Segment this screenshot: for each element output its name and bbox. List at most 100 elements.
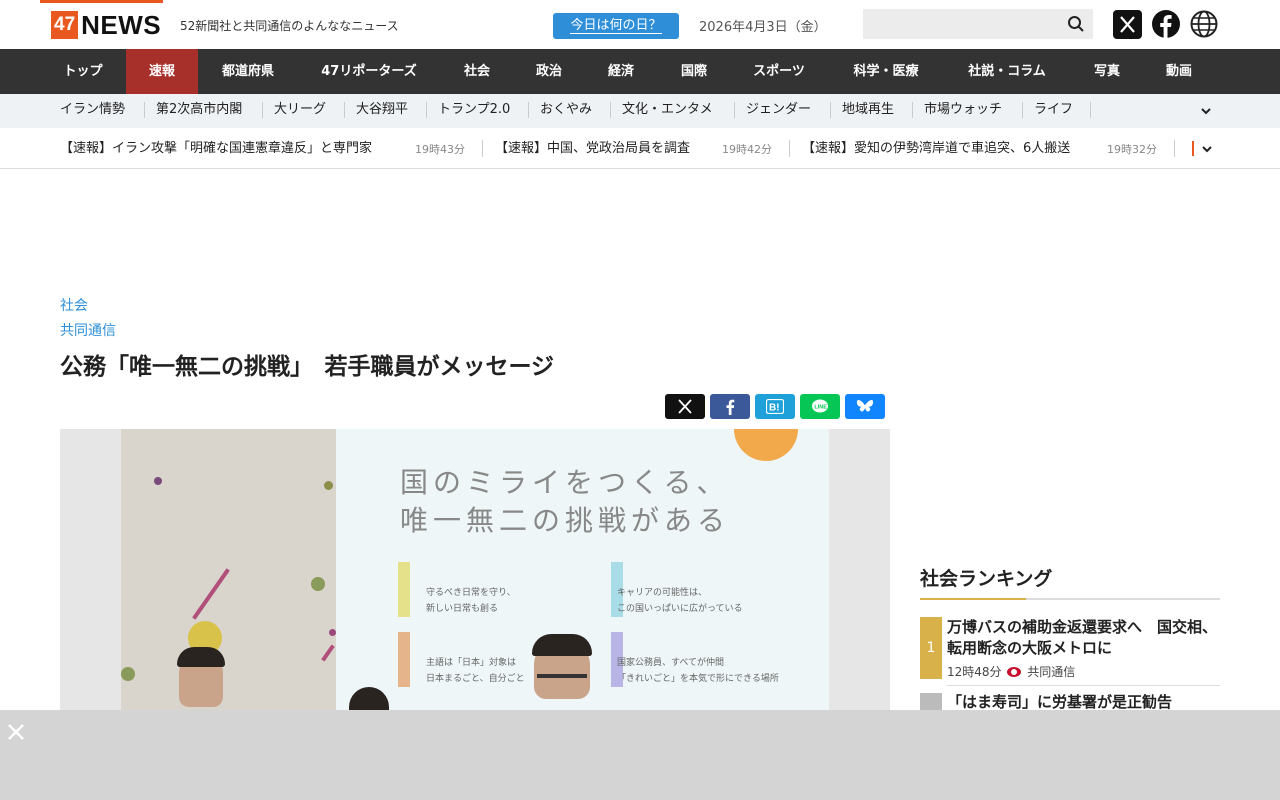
ranking-item-title[interactable]: 万博バスの補助金返還要求へ 国交相、転用断念の大阪メトロに bbox=[947, 617, 1220, 659]
divider bbox=[912, 102, 913, 118]
nav-item-photos[interactable]: 写真 bbox=[1070, 49, 1144, 94]
photo-image: 国のミライをつくる、 唯一無二の挑戦がある 守るべき日常を守り、 新しい日常も創… bbox=[121, 429, 829, 710]
divider bbox=[528, 102, 529, 118]
article-category[interactable]: 社会 bbox=[60, 295, 88, 315]
share-x-button[interactable] bbox=[665, 394, 705, 419]
ranking-item-source: 共同通信 bbox=[1027, 665, 1076, 679]
bottom-ad-banner[interactable] bbox=[0, 710, 1280, 800]
ticker-item-time: 19時32分 bbox=[1107, 143, 1157, 156]
ticker-item-time: 19時42分 bbox=[722, 143, 772, 156]
screen-text: 国のミライをつくる、 bbox=[400, 466, 730, 499]
divider bbox=[830, 102, 831, 118]
nav-item-top[interactable]: トップ bbox=[40, 49, 126, 94]
nav-item-politics[interactable]: 政治 bbox=[514, 49, 584, 94]
divider bbox=[1174, 140, 1175, 157]
svg-text:B!: B! bbox=[769, 403, 780, 414]
rank-number: 1 bbox=[920, 617, 942, 679]
topic-takaichi-cabinet[interactable]: 第2次高市内閣 bbox=[156, 94, 242, 128]
screen-caption: 国家公務員、すべてが仲間 bbox=[617, 658, 725, 668]
topic-culture[interactable]: 文化・エンタメ bbox=[622, 94, 713, 128]
nav-item-economy[interactable]: 経済 bbox=[584, 49, 658, 94]
topic-regional[interactable]: 地域再生 bbox=[842, 94, 894, 128]
search-input[interactable] bbox=[863, 9, 1093, 39]
divider bbox=[262, 102, 263, 118]
nav-item-editorials[interactable]: 社説・コラム bbox=[944, 49, 1070, 94]
share-line-button[interactable]: LINE bbox=[800, 394, 840, 419]
ranking-rule-accent bbox=[920, 598, 1026, 600]
main-nav: トップ 速報 都道府県 47リポーターズ 社会 政治 経済 国際 スポーツ 科学… bbox=[0, 49, 1280, 94]
ticker-item-title[interactable]: 【速報】愛知の伊勢湾岸道で車追突、6人搬送 bbox=[802, 128, 1070, 169]
screen-caption: 日本まるごと、自分ごと bbox=[426, 674, 525, 684]
nav-item-47reporters[interactable]: 47リポーターズ bbox=[298, 49, 440, 94]
screen-caption: この国いっぱいに広がっている bbox=[617, 604, 743, 614]
nav-item-videos[interactable]: 動画 bbox=[1144, 49, 1214, 94]
divider bbox=[1022, 102, 1023, 118]
article-photo[interactable]: 国のミライをつくる、 唯一無二の挑戦がある 守るべき日常を守り、 新しい日常も創… bbox=[60, 429, 890, 710]
chevron-down-icon[interactable] bbox=[1200, 105, 1212, 117]
article-source[interactable]: 共同通信 bbox=[60, 320, 116, 340]
screen-caption: 主語は「日本」対象は bbox=[426, 658, 517, 668]
logo-news: NEWS bbox=[81, 9, 162, 40]
topic-market[interactable]: 市場ウォッチ bbox=[924, 94, 1002, 128]
line-icon: LINE bbox=[812, 399, 828, 413]
site-header: 47 NEWS 52新聞社と共同通信のよんななニュース 今日は何の日？ 2026… bbox=[0, 0, 1280, 49]
divider bbox=[1090, 102, 1091, 118]
screen-caption: 守るべき日常を守り、 bbox=[426, 588, 516, 598]
ticker-accent bbox=[1192, 141, 1194, 156]
nav-item-prefectures[interactable]: 都道府県 bbox=[198, 49, 298, 94]
logo-accent-bar bbox=[40, 0, 163, 3]
chevron-down-icon[interactable] bbox=[1201, 143, 1213, 155]
facebook-icon[interactable] bbox=[1152, 10, 1180, 38]
site-tagline: 52新聞社と共同通信のよんななニュース bbox=[180, 19, 399, 33]
divider bbox=[789, 140, 790, 157]
ranking-item-time: 12時48分 bbox=[947, 665, 1002, 679]
ticker-item-title[interactable]: 【速報】イラン攻撃「明確な国連憲章違反」と専門家 bbox=[60, 128, 372, 169]
screen-caption: 「きれいごと」を本気で形にできる場所 bbox=[617, 674, 779, 684]
screen-decoration bbox=[734, 429, 798, 461]
ticker-item-title[interactable]: 【速報】中国、党政治局員を調査 bbox=[495, 128, 690, 169]
divider bbox=[610, 102, 611, 118]
topic-life[interactable]: ライフ bbox=[1034, 94, 1073, 128]
rank-number-2 bbox=[920, 693, 942, 710]
divider bbox=[426, 102, 427, 118]
divider bbox=[947, 685, 1220, 686]
today-in-history-button[interactable]: 今日は何の日？ bbox=[553, 13, 679, 39]
kyodo-logo-icon bbox=[1007, 667, 1022, 677]
topic-nav: イラン情勢 第2次高市内閣 大リーグ 大谷翔平 トランプ2.0 おくやみ 文化・… bbox=[0, 94, 1280, 128]
share-facebook-button[interactable] bbox=[710, 394, 750, 419]
divider bbox=[734, 102, 735, 118]
ranking-title: 社会ランキング bbox=[920, 568, 1053, 590]
bluesky-icon bbox=[856, 399, 874, 412]
nav-item-breaking[interactable]: 速報 bbox=[126, 49, 198, 94]
divider bbox=[344, 102, 345, 118]
nav-item-science[interactable]: 科学・医療 bbox=[828, 49, 944, 94]
topic-mlb[interactable]: 大リーグ bbox=[274, 94, 326, 128]
globe-icon[interactable] bbox=[1190, 10, 1218, 38]
facebook-icon bbox=[726, 399, 735, 415]
divider bbox=[144, 102, 145, 118]
nav-item-sports[interactable]: スポーツ bbox=[730, 49, 828, 94]
x-icon[interactable] bbox=[1113, 10, 1142, 39]
search-icon[interactable] bbox=[1067, 15, 1085, 33]
x-icon bbox=[678, 399, 692, 414]
screen-text: 唯一無二の挑戦がある bbox=[400, 504, 731, 537]
topic-obituaries[interactable]: おくやみ bbox=[540, 94, 592, 128]
screen-caption: 新しい日常も創る bbox=[426, 604, 499, 614]
svg-text:LINE: LINE bbox=[814, 405, 827, 411]
breaking-ticker: 【速報】イラン攻撃「明確な国連憲章違反」と専門家 19時43分 【速報】中国、党… bbox=[0, 128, 1280, 169]
nav-item-society[interactable]: 社会 bbox=[440, 49, 514, 94]
close-icon[interactable] bbox=[6, 722, 26, 742]
nav-item-international[interactable]: 国際 bbox=[658, 49, 730, 94]
topic-trump[interactable]: トランプ2.0 bbox=[438, 94, 510, 128]
share-hatena-button[interactable]: B! bbox=[755, 394, 795, 419]
topic-ohtani[interactable]: 大谷翔平 bbox=[356, 94, 408, 128]
share-bluesky-button[interactable] bbox=[845, 394, 885, 419]
site-logo[interactable]: 47 NEWS bbox=[51, 9, 162, 40]
hatena-bookmark-icon: B! bbox=[766, 399, 784, 414]
current-date: 2026年4月3日（金） bbox=[699, 20, 827, 35]
topic-iran[interactable]: イラン情勢 bbox=[60, 94, 125, 128]
today-in-history-label: 今日は何の日？ bbox=[570, 18, 662, 34]
ranking-item-meta: 12時48分 共同通信 bbox=[947, 663, 1075, 680]
ticker-item-time: 19時43分 bbox=[415, 143, 465, 156]
topic-gender[interactable]: ジェンダー bbox=[746, 94, 811, 128]
